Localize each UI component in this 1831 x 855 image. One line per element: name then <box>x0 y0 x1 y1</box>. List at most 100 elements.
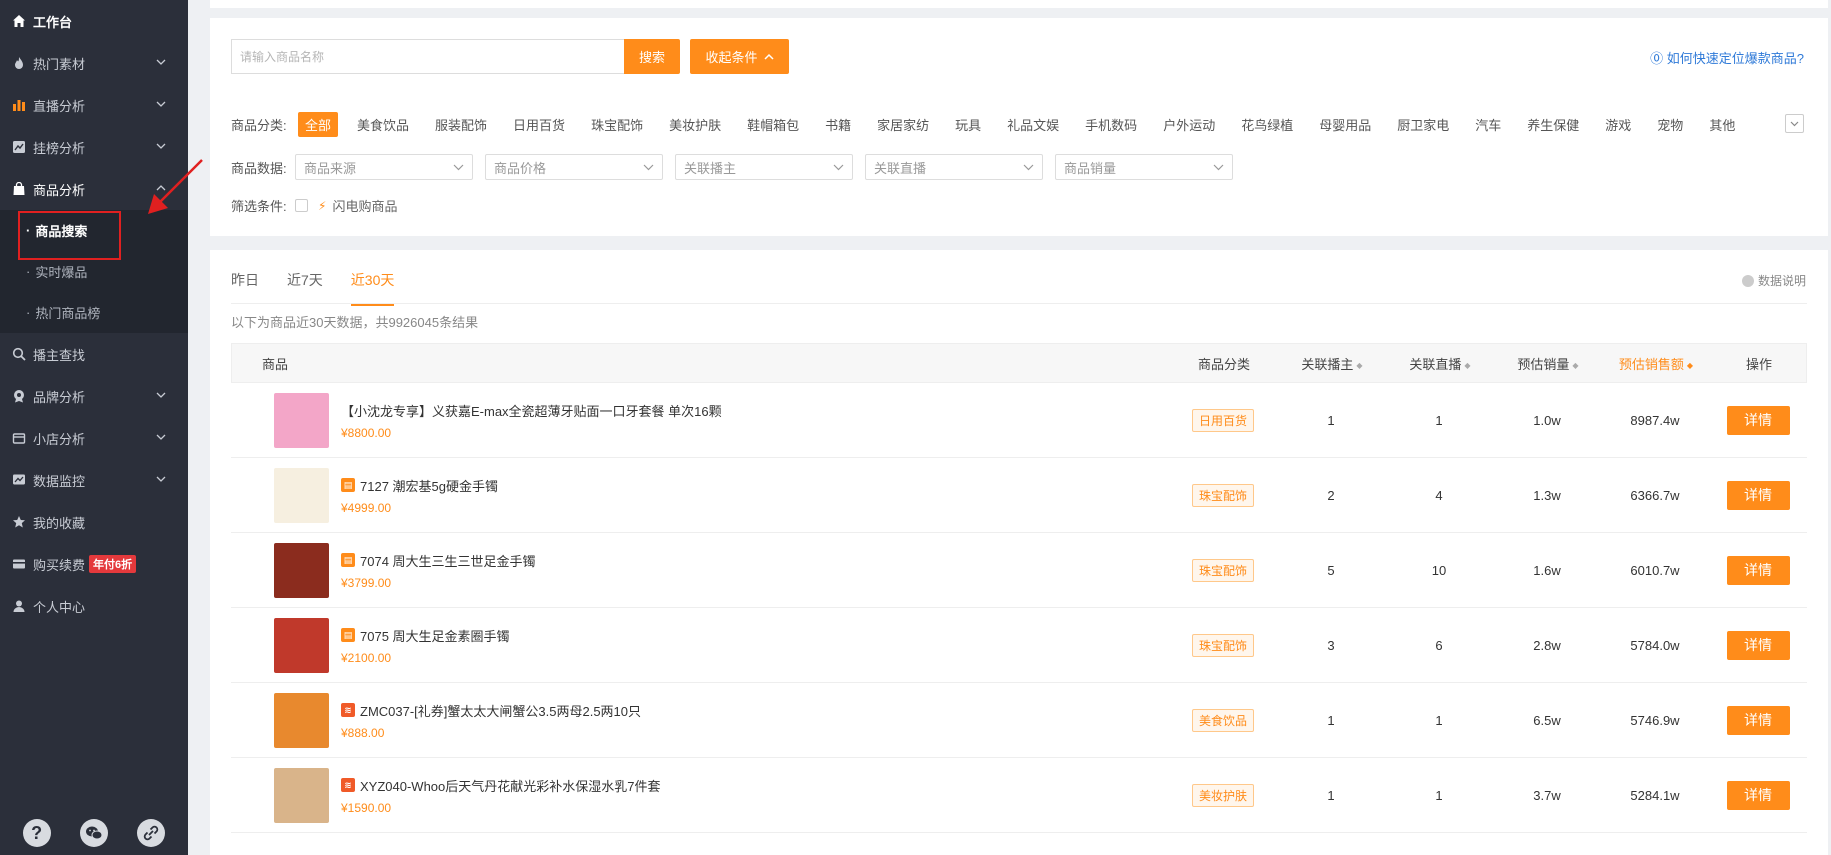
col-streamers[interactable]: 关联播主 ◆ <box>1278 354 1386 373</box>
category-tag: 美食饮品 <box>1191 708 1254 732</box>
collapse-conditions-button[interactable]: 收起条件 <box>690 39 789 74</box>
category-chip[interactable]: 母婴用品 <box>1312 112 1378 137</box>
lives-cell: 10 <box>1431 562 1447 578</box>
nav-shop-analysis[interactable]: 小店分析 <box>0 417 188 459</box>
category-list: 全部 美食饮品 服装配饰 日用百货 珠宝配饰 美妆护肤 鞋帽箱包 书籍 家居家纺 玩具 礼品文娱 手机… <box>298 112 1754 137</box>
product-thumbnail[interactable] <box>274 767 329 823</box>
col-label: 关联播主 <box>1301 356 1354 372</box>
nav-hot-material[interactable]: 热门素材 <box>0 42 188 84</box>
product-thumbnail[interactable] <box>274 467 329 523</box>
nav-label: 挂榜分析 <box>33 140 86 156</box>
detail-button[interactable]: 详情 <box>1726 480 1790 510</box>
nav-live-analysis[interactable]: 直播分析 <box>0 84 188 126</box>
product-thumbnail[interactable] <box>274 392 329 448</box>
product-price: ¥8800.00 <box>341 425 392 440</box>
flash-buy-checkbox[interactable] <box>295 199 308 212</box>
filter-select[interactable]: 商品销量 <box>1055 154 1233 180</box>
nav-data-monitor[interactable]: 数据监控 <box>0 459 188 501</box>
data-select-row: 商品来源 商品价格 关联播主 关联直播 商品销量 <box>295 154 1233 180</box>
chevron-down-icon <box>833 164 844 170</box>
select-placeholder: 商品价格 <box>494 160 547 176</box>
product-thumbnail[interactable] <box>274 542 329 598</box>
link-icon[interactable] <box>137 819 166 847</box>
nav-profile[interactable]: 个人中心 <box>0 585 188 627</box>
category-chip[interactable]: 宠物 <box>1650 112 1690 137</box>
tab-7days[interactable]: 近7天 <box>287 270 323 306</box>
action-cell: 详情 <box>1709 630 1807 660</box>
category-chip[interactable]: 珠宝配饰 <box>584 112 650 137</box>
data-note-link[interactable]: 数据说明 <box>1741 272 1806 289</box>
streamers-cell: 3 <box>1327 637 1335 653</box>
category-chip[interactable]: 日用百货 <box>506 112 572 137</box>
category-cell: 珠宝配饰 <box>1169 483 1277 507</box>
detail-button[interactable]: 详情 <box>1726 630 1790 660</box>
expand-categories-button[interactable] <box>1785 114 1804 133</box>
category-chip[interactable]: 其他 <box>1702 112 1742 137</box>
product-cell: ▤ 7127 潮宏基5g硬金手镯 ¥4999.00 <box>231 467 1169 523</box>
product-name[interactable]: 【小沈龙专享】义获嘉E-max全瓷超薄牙贴面一口牙套餐 单次16颗 <box>341 401 722 420</box>
category-chip[interactable]: 美妆护肤 <box>662 112 728 137</box>
filter-select[interactable]: 关联直播 <box>865 154 1043 180</box>
filter-select[interactable]: 关联播主 <box>675 154 853 180</box>
category-chip[interactable]: 美食饮品 <box>350 112 416 137</box>
category-chip[interactable]: 玩具 <box>948 112 988 137</box>
tmall-badge-icon: ▤ <box>341 553 355 567</box>
user-icon <box>12 599 26 613</box>
product-thumbnail[interactable] <box>274 617 329 673</box>
category-chip[interactable]: 书籍 <box>818 112 858 137</box>
category-cell: 美妆护肤 <box>1169 783 1277 807</box>
detail-button[interactable]: 详情 <box>1726 405 1790 435</box>
filter-select[interactable]: 商品价格 <box>485 154 663 180</box>
category-chip[interactable]: 厨卫家电 <box>1390 112 1456 137</box>
category-chip[interactable]: 服装配饰 <box>428 112 494 137</box>
filter-select[interactable]: 商品来源 <box>295 154 473 180</box>
col-sales[interactable]: 预估销量 ◆ <box>1494 354 1602 373</box>
help-icon[interactable]: ? <box>22 819 51 847</box>
nav-purchase[interactable]: 购买续费 年付6折 <box>0 543 188 585</box>
sort-icon: ◆ <box>1356 360 1363 370</box>
chevron-down-icon <box>156 476 166 482</box>
col-revenue[interactable]: 预估销售额 ◆ <box>1602 354 1710 373</box>
product-name[interactable]: ZMC037-[礼券]蟹太太大闸蟹公3.5两母2.5两10只 <box>360 701 641 720</box>
product-name[interactable]: 7075 周大生足金素圈手镯 <box>360 626 510 645</box>
nav-brand-analysis[interactable]: 品牌分析 <box>0 375 188 417</box>
category-chip[interactable]: 汽车 <box>1468 112 1508 137</box>
rss-badge-icon: ≋ <box>341 703 355 717</box>
category-chip[interactable]: 鞋帽箱包 <box>740 112 806 137</box>
detail-button[interactable]: 详情 <box>1726 555 1790 585</box>
nav-label: 播主查找 <box>33 347 86 363</box>
col-lives[interactable]: 关联直播 ◆ <box>1386 354 1494 373</box>
category-chip[interactable]: 手机数码 <box>1078 112 1144 137</box>
category-chip[interactable]: 养生保健 <box>1520 112 1586 137</box>
main-content: 搜索 收起条件 ⓪ 如何快速定位爆款商品? 商品分类: 全部美食饮品服装配饰日用… <box>210 0 1828 855</box>
category-chip[interactable]: 户外运动 <box>1156 112 1222 137</box>
category-chip[interactable]: 礼品文娱 <box>1000 112 1066 137</box>
nav-workbench[interactable]: 工作台 <box>0 0 188 42</box>
action-cell: 详情 <box>1709 480 1807 510</box>
category-chip[interactable]: 家居家纺 <box>870 112 936 137</box>
table-header: 商品 商品分类 关联播主 ◆ 关联直播 ◆ 预估销量 ◆ 预估销售额 ◆ 操作 <box>231 343 1807 383</box>
nav-streamer-search[interactable]: 播主查找 <box>0 333 188 375</box>
product-thumbnail[interactable] <box>274 692 329 748</box>
subnav-hot-ranking[interactable]: · 热门商品榜 <box>0 292 188 333</box>
category-chip[interactable]: 全部 <box>298 112 339 137</box>
nav-favorites[interactable]: 我的收藏 <box>0 501 188 543</box>
tab-yesterday[interactable]: 昨日 <box>231 270 259 306</box>
wechat-icon[interactable] <box>79 819 108 847</box>
chevron-down-icon <box>453 164 464 170</box>
search-button[interactable]: 搜索 <box>624 39 680 74</box>
product-name[interactable]: 7074 周大生三生三世足金手镯 <box>360 551 536 570</box>
tab-30days[interactable]: 近30天 <box>350 270 395 306</box>
help-link[interactable]: ⓪ 如何快速定位爆款商品? <box>1650 48 1804 67</box>
product-cell: ▤ 7075 周大生足金素圈手镯 ¥2100.00 <box>231 617 1169 673</box>
search-input[interactable] <box>231 39 624 74</box>
detail-button[interactable]: 详情 <box>1726 780 1790 810</box>
star-icon <box>12 515 26 529</box>
category-label: 商品分类: <box>231 118 287 133</box>
product-name[interactable]: XYZ040-Whoo后天气丹花献光彩补水保湿水乳7件套 <box>360 776 661 795</box>
category-chip[interactable]: 花鸟绿植 <box>1234 112 1300 137</box>
select-placeholder: 商品销量 <box>1064 160 1117 176</box>
detail-button[interactable]: 详情 <box>1726 705 1790 735</box>
product-name[interactable]: 7127 潮宏基5g硬金手镯 <box>360 476 498 495</box>
category-chip[interactable]: 游戏 <box>1598 112 1638 137</box>
